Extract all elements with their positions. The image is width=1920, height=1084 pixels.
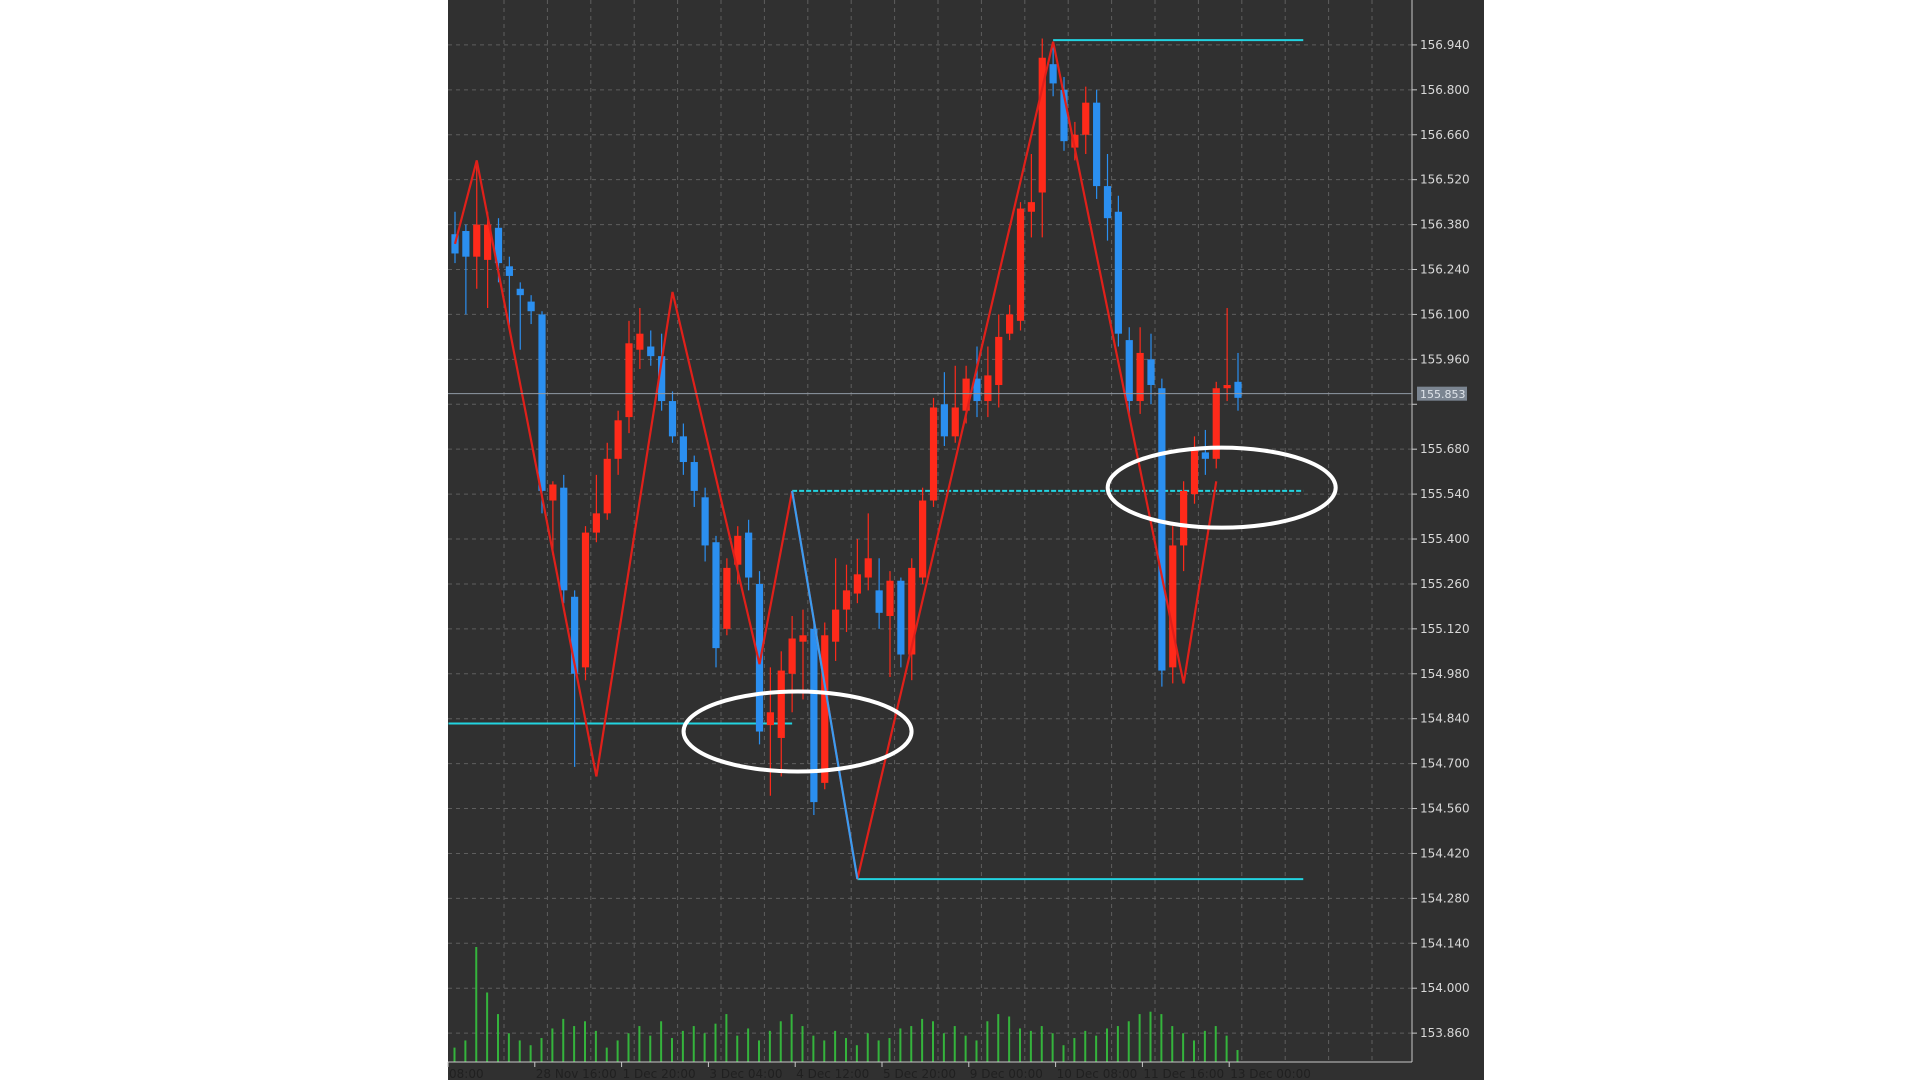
candle-body [614,420,622,459]
candle-body [1201,452,1209,459]
price-tick-label: 154.420 [1420,846,1470,860]
candle-body [473,224,481,257]
candle-body [821,635,829,783]
time-tick-label: 4 Dec 12:00 [796,1067,869,1080]
candle-body [1180,490,1188,546]
candle-body [516,288,524,296]
candle-body [723,567,731,629]
candle-body [603,458,611,514]
candle-body [647,346,655,357]
candle-body [929,407,938,501]
candle-body [908,567,916,655]
price-tick-label: 155.540 [1420,487,1470,501]
price-tick-label: 155.400 [1420,532,1470,546]
candle-body [679,436,687,463]
candle-body [1093,102,1101,187]
time-tick-label: 13 Dec 00:00 [1230,1067,1311,1080]
candle-body [690,462,698,491]
price-tick-label: 156.520 [1420,173,1470,187]
candle-body [745,532,753,578]
candle-body [1082,102,1090,135]
price-tick-label: 156.380 [1420,218,1470,232]
price-tick-label: 154.840 [1420,712,1470,726]
price-tick-label: 156.940 [1420,38,1470,52]
candle-body [1169,545,1177,668]
candle-body [777,670,785,738]
candle-body [581,532,590,668]
candle-body [1006,314,1014,334]
price-tick-label: 154.980 [1420,667,1470,681]
candle-body [712,542,720,649]
candle-body [1016,208,1025,321]
candle-body [940,404,948,437]
time-tick-label: 1 Dec 20:00 [623,1067,696,1080]
candle-body [701,497,709,546]
candle-body [853,574,861,594]
candle-body [919,500,927,578]
candle-body [668,401,677,437]
time-tick-label: 08:00 [449,1067,484,1080]
candle-body [864,558,872,578]
time-tick-label: 5 Dec 20:00 [883,1067,956,1080]
candle-body [766,712,774,726]
candle-body [527,301,535,312]
time-tick-label: 9 Dec 00:00 [970,1067,1043,1080]
price-tick-label: 154.560 [1420,802,1470,816]
price-tick-label: 153.860 [1420,1026,1470,1040]
candle-body [842,590,851,610]
price-tick-label: 156.240 [1420,263,1470,277]
candle-body [875,590,883,613]
candle-body [897,580,905,655]
candle-body [1190,449,1199,495]
candle-body [592,513,600,533]
price-tick-label: 154.140 [1420,936,1470,950]
price-tick-label: 156.660 [1420,128,1470,142]
time-tick-label: 10 Dec 08:00 [1057,1067,1138,1080]
candle-body [1125,340,1133,402]
candle-body [625,343,633,418]
candle-body [1049,64,1057,84]
price-tick-label: 154.700 [1420,757,1470,771]
candle-body [788,638,796,674]
time-tick-label: 3 Dec 04:00 [709,1067,782,1080]
candle-body [560,487,568,591]
price-tick-label: 156.800 [1420,83,1470,97]
candle-body [1147,359,1155,386]
candle-body [1234,381,1242,398]
candle-body [505,266,513,276]
price-tick-label: 155.120 [1420,622,1470,636]
candle-body [549,484,557,501]
candle-body [951,407,959,437]
candle-body [538,314,546,491]
price-chart: 155.853 156.940 156.800 156.660 156.520 156.3… [447,0,1484,1081]
price-tick-label: 155.960 [1420,352,1470,366]
candle-body [984,375,992,402]
price-tick-label: 154.280 [1420,891,1470,905]
candle-body [1103,186,1112,219]
current-price-label: 155.853 [1420,388,1466,401]
candle-body [1158,388,1166,671]
price-tick-label: 156.100 [1420,307,1470,321]
price-tick-label: 155.260 [1420,577,1470,591]
candle-body [995,336,1003,386]
candle-body [636,333,644,350]
candle-body [1114,211,1122,334]
candle-body [832,609,840,642]
candle-body [886,580,894,617]
time-tick-label: 28 Nov 16:00 [536,1067,617,1080]
price-tick-label: 154.000 [1420,981,1470,995]
candle-body [799,635,807,642]
candle-body [810,628,818,803]
price-tick-label: 155.680 [1420,442,1470,456]
candle-body [1223,385,1231,389]
chart-frame: 155.853 156.940 156.800 156.660 156.520 156.3… [0,0,1920,1081]
time-tick-label: 11 Dec 16:00 [1143,1067,1224,1080]
candle-body [462,231,470,257]
candle-body [1027,202,1035,212]
